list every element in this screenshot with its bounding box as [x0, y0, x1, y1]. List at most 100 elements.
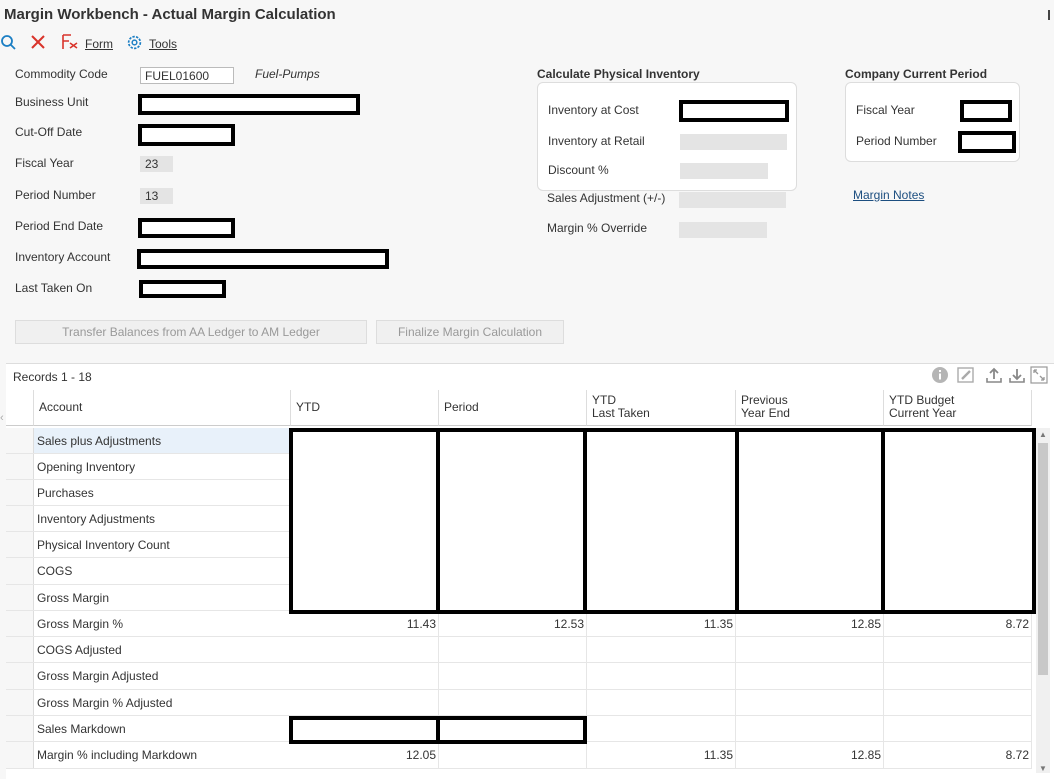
ytd-last-cell — [587, 663, 736, 689]
business-unit-input[interactable] — [138, 94, 360, 115]
redacted-budget-block — [881, 428, 1036, 614]
business-unit-label: Business Unit — [15, 95, 89, 109]
scroll-down-icon[interactable]: ▼ — [1039, 764, 1047, 773]
search-icon — [0, 34, 16, 53]
transfer-balances-button[interactable]: Transfer Balances from AA Ledger to AM L… — [15, 320, 367, 344]
expand-icon[interactable] — [1030, 366, 1048, 384]
budget-cell: 8.72 — [884, 742, 1032, 768]
gear-icon — [126, 34, 143, 54]
fiscal-year-value: 23 — [140, 156, 173, 172]
column-header-ytd-last-taken[interactable]: YTD Last Taken — [587, 390, 736, 426]
row-selector[interactable] — [6, 558, 34, 584]
left-scroll-icon[interactable]: ‹ — [0, 412, 4, 424]
budget-cell — [884, 663, 1032, 689]
company-period-number-value — [958, 131, 1016, 153]
account-cell: Inventory Adjustments — [37, 512, 156, 526]
prev-cell — [736, 690, 884, 715]
company-fiscal-year-label: Fiscal Year — [856, 103, 915, 117]
window-title: Margin Workbench - Actual Margin Calcula… — [4, 6, 336, 23]
discount-label: Discount % — [548, 163, 609, 177]
form-menu-label: Form — [85, 36, 113, 51]
toolbar: Form Tools — [0, 30, 1054, 54]
redacted-markdown-ytd — [289, 716, 440, 744]
row-selector[interactable] — [6, 690, 34, 715]
table-row[interactable]: Gross Margin Adjusted — [6, 663, 1032, 690]
row-selector[interactable] — [6, 506, 34, 531]
scroll-up-icon[interactable]: ▲ — [1039, 430, 1047, 439]
edit-icon[interactable] — [957, 366, 975, 384]
margin-workbench-window: Margin Workbench - Actual Margin Calcula… — [0, 0, 1054, 779]
physical-inventory-title: Calculate Physical Inventory — [537, 67, 700, 81]
column-header-period[interactable]: Period — [439, 390, 587, 426]
row-selector[interactable] — [6, 742, 34, 768]
ytd-last-cell — [587, 716, 736, 741]
close-button[interactable] — [30, 34, 46, 53]
row-selector[interactable] — [6, 428, 34, 453]
discount-value — [680, 163, 768, 179]
table-row[interactable]: Gross Margin % 11.43 12.53 11.35 12.85 8.72 — [6, 611, 1032, 637]
download-icon[interactable] — [1008, 366, 1026, 384]
row-select-header — [6, 390, 34, 426]
row-selector[interactable] — [6, 480, 34, 505]
period-cell — [439, 690, 587, 715]
column-header-previous-year-end[interactable]: Previous Year End — [736, 390, 884, 426]
column-header-ytd-budget[interactable]: YTD Budget Current Year — [884, 390, 1032, 426]
company-fiscal-year-value — [960, 100, 1012, 122]
inventory-at-cost-label: Inventory at Cost — [548, 103, 639, 117]
commodity-code-input[interactable]: FUEL01600 — [140, 67, 234, 84]
tools-menu-label: Tools — [149, 37, 178, 51]
margin-notes-link[interactable]: Margin Notes — [853, 188, 924, 202]
last-taken-on-value — [139, 280, 226, 298]
budget-cell: 8.72 — [884, 611, 1032, 636]
account-cell: Purchases — [37, 486, 94, 500]
account-cell: Sales plus Adjustments — [37, 434, 162, 448]
margin-override-label: Margin % Override — [547, 221, 648, 235]
upload-icon[interactable] — [985, 366, 1003, 384]
inventory-at-retail-label: Inventory at Retail — [548, 134, 645, 148]
period-cell — [439, 663, 587, 689]
period-cell: 12.53 — [439, 611, 587, 636]
ytd-cell — [291, 663, 439, 689]
table-row[interactable]: Gross Margin % Adjusted — [6, 690, 1032, 716]
row-selector[interactable] — [6, 716, 34, 741]
inventory-at-cost-input[interactable] — [679, 100, 789, 122]
prev-cell: 12.85 — [736, 742, 884, 768]
sales-adjustment-label: Sales Adjustment (+/-) — [547, 191, 666, 205]
form-icon — [61, 34, 79, 53]
prev-cell — [736, 663, 884, 689]
row-selector[interactable] — [6, 454, 34, 479]
fiscal-year-label: Fiscal Year — [15, 156, 74, 170]
search-button[interactable] — [0, 34, 16, 53]
account-cell: Gross Margin Adjusted — [37, 669, 159, 683]
form-menu[interactable]: Form — [61, 34, 113, 53]
cutoff-date-input[interactable] — [138, 124, 235, 146]
budget-cell — [884, 690, 1032, 715]
column-header-ytd[interactable]: YTD — [291, 390, 439, 426]
tools-menu[interactable]: Tools — [126, 34, 177, 54]
grid-scrollbar-thumb[interactable] — [1038, 443, 1048, 675]
finalize-margin-button[interactable]: Finalize Margin Calculation — [376, 320, 564, 344]
period-cell — [439, 637, 587, 662]
redacted-ytd-block — [289, 428, 440, 614]
row-selector[interactable] — [6, 663, 34, 689]
row-selector[interactable] — [6, 611, 34, 636]
row-selector[interactable] — [6, 585, 34, 610]
ytd-cell — [291, 637, 439, 662]
sales-adjustment-value — [679, 192, 786, 208]
column-header-account[interactable]: Account — [34, 390, 291, 426]
row-selector[interactable] — [6, 532, 34, 557]
period-end-date-value — [138, 218, 235, 238]
table-row[interactable]: Margin % including Markdown 12.05 11.35 12.… — [6, 742, 1032, 769]
prev-cell — [736, 637, 884, 662]
table-row[interactable]: COGS Adjusted — [6, 637, 1032, 663]
prev-cell: 12.85 — [736, 611, 884, 636]
account-cell: COGS — [37, 564, 73, 578]
account-cell: Gross Margin % — [37, 617, 124, 631]
inventory-at-retail-value — [680, 134, 787, 150]
info-icon[interactable] — [931, 366, 949, 384]
account-cell: Physical Inventory Count — [37, 538, 170, 552]
column-header-ytd-last-taken-line2: Last Taken — [592, 406, 650, 420]
row-selector[interactable] — [6, 637, 34, 662]
redacted-markdown-period — [436, 716, 587, 744]
account-cell: Margin % including Markdown — [37, 748, 198, 762]
